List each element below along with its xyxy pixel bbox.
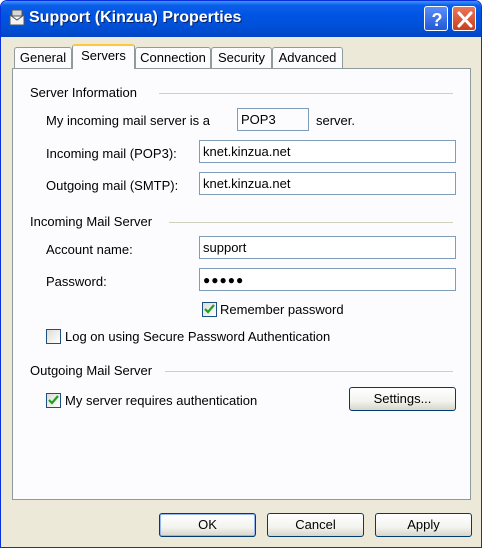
outgoing-mail-label: Outgoing mail (SMTP): xyxy=(46,178,179,193)
close-button[interactable] xyxy=(452,6,476,31)
divider xyxy=(159,93,453,94)
window-title: Support (Kinzua) Properties xyxy=(29,9,242,26)
tab-advanced[interactable]: Advanced xyxy=(272,47,343,69)
settings-button[interactable]: Settings... xyxy=(349,387,456,411)
tab-security[interactable]: Security xyxy=(211,47,272,69)
outgoing-server-heading: Outgoing Mail Server xyxy=(30,363,153,378)
properties-window: Support (Kinzua) Properties ? General Se… xyxy=(0,0,482,548)
incoming-mail-label: Incoming mail (POP3): xyxy=(46,146,177,161)
incoming-type-suffix: server. xyxy=(316,113,356,128)
account-name-label: Account name: xyxy=(46,242,133,257)
incoming-mail-field[interactable]: knet.kinzua.net xyxy=(199,140,456,163)
outgoing-mail-field[interactable]: knet.kinzua.net xyxy=(199,172,456,195)
requires-auth-checkbox[interactable] xyxy=(46,393,61,408)
spa-checkbox[interactable] xyxy=(46,329,61,344)
help-button[interactable]: ? xyxy=(424,6,448,31)
divider xyxy=(165,371,453,372)
requires-auth-label: My server requires authentication xyxy=(65,393,258,408)
divider xyxy=(169,222,453,223)
tab-general[interactable]: General xyxy=(14,47,72,69)
ok-button[interactable]: OK xyxy=(159,513,256,537)
tab-connection[interactable]: Connection xyxy=(135,47,211,69)
check-icon xyxy=(204,304,215,314)
mail-properties-icon xyxy=(7,8,27,28)
apply-button[interactable]: Apply xyxy=(375,513,472,537)
check-icon xyxy=(48,395,59,405)
incoming-server-heading: Incoming Mail Server xyxy=(30,214,153,229)
svg-text:?: ? xyxy=(432,10,443,30)
help-icon: ? xyxy=(432,10,443,30)
remember-password-label: Remember password xyxy=(220,302,344,317)
account-name-field[interactable]: support xyxy=(199,236,456,259)
title-bar[interactable]: Support (Kinzua) Properties ? xyxy=(1,1,481,37)
remember-password-checkbox[interactable] xyxy=(202,302,217,317)
servers-panel: Server Information My incoming mail serv… xyxy=(12,68,471,500)
cancel-button[interactable]: Cancel xyxy=(267,513,364,537)
server-info-heading: Server Information xyxy=(30,85,137,100)
tab-servers[interactable]: Servers xyxy=(72,44,135,69)
incoming-server-type-field: POP3 xyxy=(237,108,309,131)
incoming-type-prefix: My incoming mail server is a xyxy=(46,113,210,128)
spa-label: Log on using Secure Password Authenticat… xyxy=(65,329,331,344)
close-icon xyxy=(457,11,473,28)
password-field[interactable]: ●●●●● xyxy=(199,268,456,291)
password-label: Password: xyxy=(46,274,107,289)
